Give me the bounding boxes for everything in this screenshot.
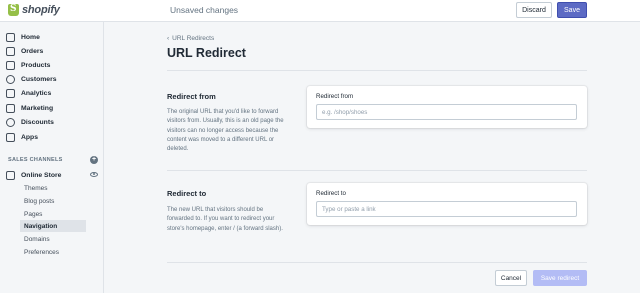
- sidebar-item-discounts[interactable]: Discounts: [6, 116, 54, 128]
- top-bar: shopify Unsaved changes Discard Save: [0, 0, 640, 22]
- sales-channels-heading: SALES CHANNELS: [8, 157, 63, 163]
- home-icon: [6, 32, 15, 42]
- discounts-icon: [6, 117, 15, 127]
- customers-icon: [6, 74, 15, 84]
- redirect-to-heading: Redirect to: [167, 189, 207, 198]
- analytics-icon: [6, 88, 15, 98]
- sidebar-item-analytics[interactable]: Analytics: [6, 87, 51, 99]
- sidebar-item-label: Discounts: [21, 118, 54, 126]
- redirect-from-description: The original URL that you'd like to forw…: [167, 109, 284, 153]
- sidebar-item-orders[interactable]: Orders: [6, 45, 43, 57]
- redirect-to-description: The new URL that visitors should be forw…: [167, 207, 283, 232]
- breadcrumb[interactable]: ‹ URL Redirects: [167, 35, 214, 42]
- breadcrumb-link[interactable]: URL Redirects: [172, 35, 214, 42]
- sidebar-item-label: Home: [21, 33, 40, 41]
- orders-icon: [6, 46, 15, 56]
- view-store-eye-icon[interactable]: [90, 172, 98, 177]
- sidebar-item-online-store[interactable]: Online Store: [6, 169, 61, 181]
- sidebar-item-label: Products: [21, 61, 51, 69]
- sidebar-item-home[interactable]: Home: [6, 31, 40, 43]
- divider: [167, 70, 587, 71]
- sidebar-item-label: Online Store: [21, 171, 62, 179]
- products-icon: [6, 60, 15, 70]
- cancel-button[interactable]: Cancel: [495, 270, 527, 286]
- marketing-icon: [6, 103, 15, 113]
- sidebar-item-apps[interactable]: Apps: [6, 131, 38, 143]
- sidebar-item-label: Analytics: [21, 89, 52, 97]
- shopify-logo[interactable]: shopify: [8, 4, 60, 16]
- save-button[interactable]: Save: [557, 2, 587, 18]
- online-store-icon: [6, 170, 15, 180]
- redirect-to-label: Redirect to: [316, 190, 346, 197]
- sidebar-item-label: Orders: [21, 47, 44, 55]
- sidebar-subitem-navigation[interactable]: Navigation: [20, 220, 86, 232]
- sidebar-subitem-domains[interactable]: Domains: [20, 233, 86, 245]
- discard-button[interactable]: Discard: [516, 2, 552, 18]
- sidebar-item-customers[interactable]: Customers: [6, 73, 57, 85]
- add-sales-channel-icon[interactable]: +: [90, 156, 98, 164]
- sidebar-subitem-preferences[interactable]: Preferences: [20, 246, 86, 258]
- redirect-from-label: Redirect from: [316, 93, 354, 100]
- sidebar-item-label: Customers: [21, 75, 57, 83]
- chevron-left-icon: ‹: [167, 35, 170, 42]
- shopify-bag-icon: [8, 4, 19, 16]
- sidebar-item-label: Apps: [21, 133, 38, 141]
- redirect-from-heading: Redirect from: [167, 92, 216, 101]
- sidebar-subitem-themes[interactable]: Themes: [20, 182, 86, 194]
- sidebar-item-products[interactable]: Products: [6, 59, 50, 71]
- redirect-from-card: Redirect from: [307, 86, 587, 128]
- apps-icon: [6, 132, 15, 142]
- sidebar-item-marketing[interactable]: Marketing: [6, 102, 53, 114]
- divider: [167, 262, 587, 263]
- sidebar: Home Orders Products Customers Analytics…: [0, 22, 104, 293]
- sidebar-subitem-pages[interactable]: Pages: [20, 208, 86, 220]
- logo-text: shopify: [22, 4, 60, 16]
- divider: [167, 170, 587, 171]
- save-redirect-button[interactable]: Save redirect: [533, 270, 587, 286]
- page-title: URL Redirect: [167, 46, 246, 60]
- redirect-to-input[interactable]: [316, 201, 577, 217]
- sidebar-item-label: Marketing: [21, 104, 54, 112]
- unsaved-changes-text: Unsaved changes: [170, 5, 239, 15]
- redirect-from-input[interactable]: [316, 104, 577, 120]
- redirect-to-card: Redirect to: [307, 183, 587, 225]
- sidebar-subitem-blog-posts[interactable]: Blog posts: [20, 195, 86, 207]
